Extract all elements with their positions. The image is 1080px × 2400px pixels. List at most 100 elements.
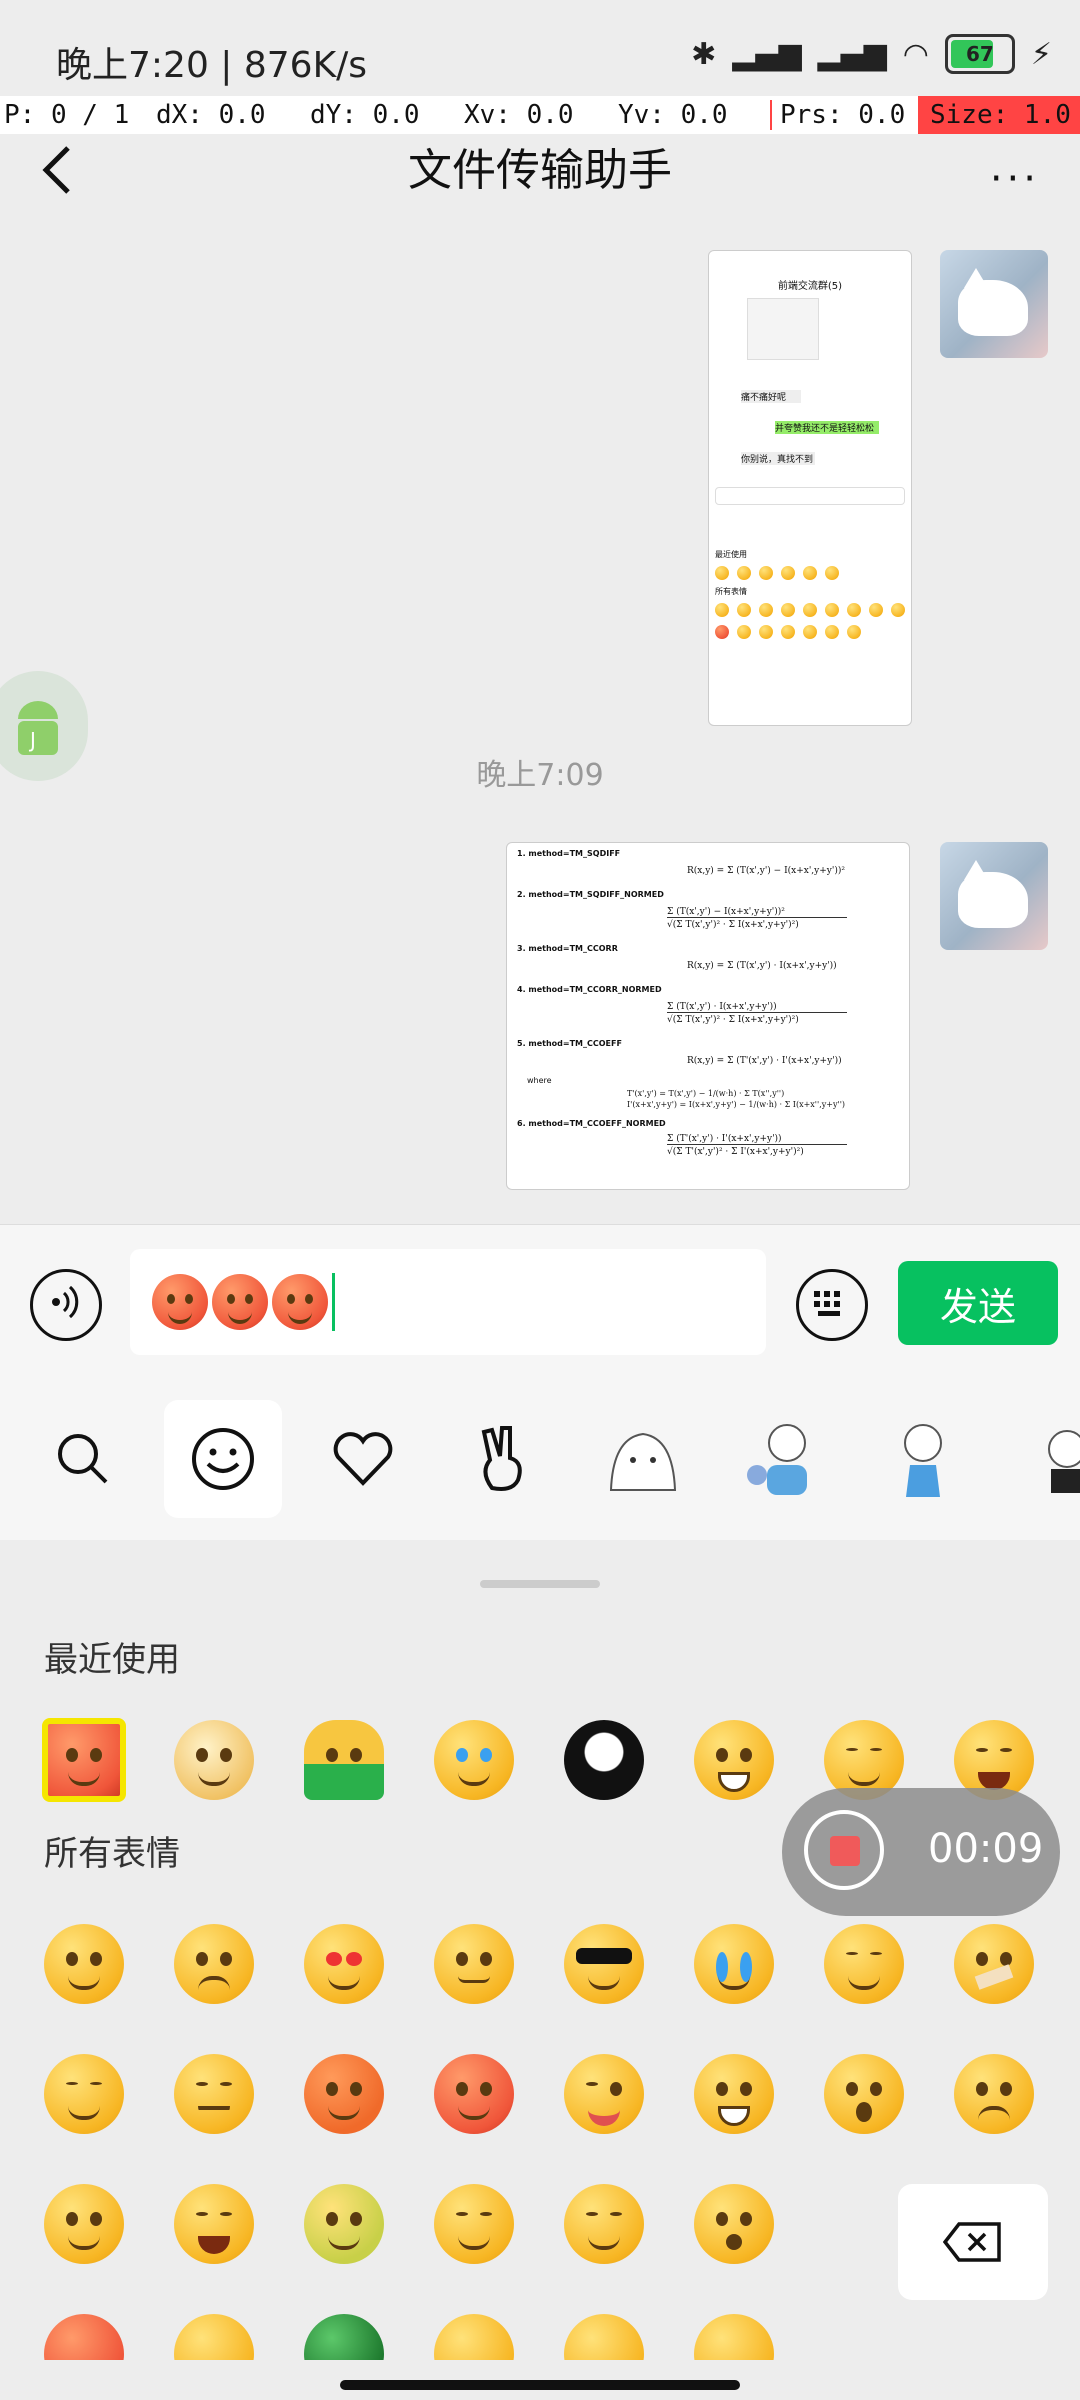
smile-emoji[interactable] bbox=[44, 1924, 124, 2004]
debug-size: Size: 1.0 bbox=[918, 96, 1080, 134]
user-avatar-2[interactable] bbox=[940, 842, 1048, 950]
debug-xv: Xv: 0.0 bbox=[464, 100, 574, 130]
formula-line-3: 3. method=TM_CCORR bbox=[517, 944, 618, 953]
home-indicator[interactable] bbox=[340, 2380, 740, 2390]
screenshot-msg-1: 痛不痛好呢 bbox=[741, 390, 801, 403]
recording-timer: 00:09 bbox=[928, 1826, 1044, 1872]
emoji-gesture-tab[interactable] bbox=[444, 1400, 562, 1518]
panel-drag-handle[interactable] bbox=[480, 1580, 600, 1588]
embarrassed-emoji[interactable] bbox=[304, 2054, 384, 2134]
charging-icon: ⚡ bbox=[1030, 36, 1052, 72]
little-man-emoji[interactable] bbox=[304, 1720, 384, 1800]
emoji-row4-4[interactable] bbox=[434, 2314, 514, 2360]
formula-line-where: where bbox=[527, 1076, 552, 1085]
shocked-emoji[interactable] bbox=[694, 2184, 774, 2264]
cool-sunglasses-emoji[interactable] bbox=[564, 1924, 644, 2004]
angry-face-emoji[interactable] bbox=[42, 1718, 126, 1802]
facepalm-cry-emoji[interactable] bbox=[434, 1720, 514, 1800]
screenshot-section-2: 所有表情 bbox=[715, 587, 747, 596]
tearful-emoji[interactable] bbox=[174, 2054, 254, 2134]
backspace-icon bbox=[943, 2222, 1001, 2262]
shy-emoji[interactable] bbox=[824, 1924, 904, 2004]
text-caret bbox=[332, 1273, 335, 1331]
message-text-input[interactable] bbox=[130, 1249, 766, 1355]
blush-emoji[interactable] bbox=[44, 2184, 124, 2264]
sticker-pack-tab-3[interactable] bbox=[864, 1400, 982, 1518]
signal-icon-2: ▂▄▆ bbox=[817, 36, 887, 72]
worried-emoji[interactable] bbox=[174, 1924, 254, 2004]
gesture-navigation-bar bbox=[0, 2360, 1080, 2400]
screenshot-section-1: 最近使用 bbox=[715, 550, 747, 559]
signal-icon: ▂▄▆ bbox=[732, 36, 802, 72]
grin-emoji[interactable] bbox=[694, 1720, 774, 1800]
send-button[interactable]: 发送 bbox=[898, 1261, 1058, 1345]
heart-icon bbox=[333, 1432, 393, 1486]
emoji-grid-row-4 bbox=[44, 2314, 774, 2360]
screenshot-file-card bbox=[747, 298, 819, 360]
emoji-row4-6[interactable] bbox=[694, 2314, 774, 2360]
status-time-speed: 晚上7:20 | 876K/s bbox=[56, 45, 368, 86]
battery-icon: 67 bbox=[944, 34, 1015, 74]
doge-cat-emoji[interactable] bbox=[174, 1720, 254, 1800]
svg-text:J: J bbox=[28, 728, 36, 752]
giggle-emoji[interactable] bbox=[434, 2184, 514, 2264]
emoji-row4-3[interactable] bbox=[304, 2314, 384, 2360]
crying-emoji[interactable] bbox=[694, 1924, 774, 2004]
user-avatar[interactable] bbox=[940, 250, 1048, 358]
angry-emoji-icon bbox=[212, 1274, 268, 1330]
image-message-screenshot[interactable]: 前端交流群(5) 痛不痛好呢 并夸赞我还不是轻轻松松 你别说，真找不到 最近使用… bbox=[708, 250, 912, 726]
emoji-favorites-tab[interactable] bbox=[304, 1400, 422, 1518]
surprised-emoji[interactable] bbox=[824, 2054, 904, 2134]
sticker-pack-tab-2[interactable] bbox=[724, 1400, 842, 1518]
screenshot-msg-2: 并夸赞我还不是轻轻松松 bbox=[775, 421, 879, 434]
scream-emoji[interactable] bbox=[174, 2184, 254, 2264]
formula-line-2: 2. method=TM_SQDIFF_NORMED bbox=[517, 890, 664, 899]
voice-input-icon[interactable] bbox=[30, 1269, 102, 1341]
emoji-row4-2[interactable] bbox=[174, 2314, 254, 2360]
screenshot-group-title: 前端交流群(5) bbox=[777, 281, 843, 292]
chat-title: 文件传输助手 bbox=[408, 145, 672, 196]
emoji-row4-5[interactable] bbox=[564, 2314, 644, 2360]
screen-recorder-widget[interactable]: 00:09 bbox=[782, 1788, 1060, 1916]
pointer-debug-bar: P: 0 / 1 dX: 0.0 dY: 0.0 Xv: 0.0 Yv: 0.0… bbox=[0, 96, 1080, 134]
big-grin-emoji[interactable] bbox=[694, 2054, 774, 2134]
sticker-pack-tab-4[interactable] bbox=[1004, 1400, 1080, 1518]
happy-emoji[interactable] bbox=[564, 2184, 644, 2264]
sticker-pack-tab-1[interactable] bbox=[584, 1400, 702, 1518]
all-section-title: 所有表情 bbox=[44, 1834, 180, 1874]
typed-emoji-list bbox=[152, 1274, 328, 1330]
chat-message-list[interactable]: 前端交流群(5) 痛不痛好呢 并夸赞我还不是轻轻松松 你别说，真找不到 最近使用… bbox=[0, 226, 1080, 1224]
formula-line-4: 4. method=TM_CCORR_NORMED bbox=[517, 985, 662, 994]
debug-dx: dX: 0.0 bbox=[156, 100, 266, 130]
backspace-button[interactable] bbox=[898, 2184, 1048, 2300]
more-options-icon[interactable]: ··· bbox=[990, 156, 1040, 202]
angry-emoji-icon bbox=[152, 1274, 208, 1330]
status-bar: 晚上7:20 | 876K/s ✱ ▂▄▆ ▂▄▆ ◠ 67 ⚡ bbox=[0, 0, 1080, 92]
heart-eyes-emoji[interactable] bbox=[304, 1924, 384, 2004]
emoji-smiley-tab[interactable] bbox=[164, 1400, 282, 1518]
formula-line-5: 5. method=TM_CCOEFF bbox=[517, 1039, 622, 1048]
sweat-emoji[interactable] bbox=[304, 2184, 384, 2264]
image-message-formulas[interactable]: 1. method=TM_SQDIFF R(x,y) = Σ (T(x',y')… bbox=[506, 842, 910, 1190]
smiley-icon bbox=[192, 1428, 254, 1490]
angry-emoji[interactable] bbox=[434, 2054, 514, 2134]
cartoon-man-sticker-icon bbox=[747, 1424, 807, 1495]
blob-sticker-icon bbox=[609, 1432, 677, 1491]
qq-penguin-emoji[interactable] bbox=[564, 1720, 644, 1800]
emoji-search-tab[interactable] bbox=[24, 1400, 142, 1518]
bluetooth-icon: ✱ bbox=[691, 36, 717, 72]
debug-dy: dY: 0.0 bbox=[310, 100, 420, 130]
sleep-emoji[interactable] bbox=[44, 2054, 124, 2134]
battery-level: 67 bbox=[966, 42, 994, 66]
victory-hand-icon bbox=[481, 1426, 522, 1491]
keyboard-toggle-icon[interactable] bbox=[796, 1269, 868, 1341]
screenshot-input bbox=[715, 487, 905, 505]
emoji-grid-row-2 bbox=[44, 2054, 1034, 2134]
message-timestamp: 晚上7:09 bbox=[476, 758, 604, 793]
stare-emoji[interactable] bbox=[434, 1924, 514, 2004]
emoji-row4-1[interactable] bbox=[44, 2314, 124, 2360]
shut-mouth-emoji[interactable] bbox=[954, 1924, 1034, 2004]
tongue-wink-emoji[interactable] bbox=[564, 2054, 644, 2134]
debug-prs: Prs: 0.0 bbox=[770, 100, 905, 130]
sad-emoji[interactable] bbox=[954, 2054, 1034, 2134]
